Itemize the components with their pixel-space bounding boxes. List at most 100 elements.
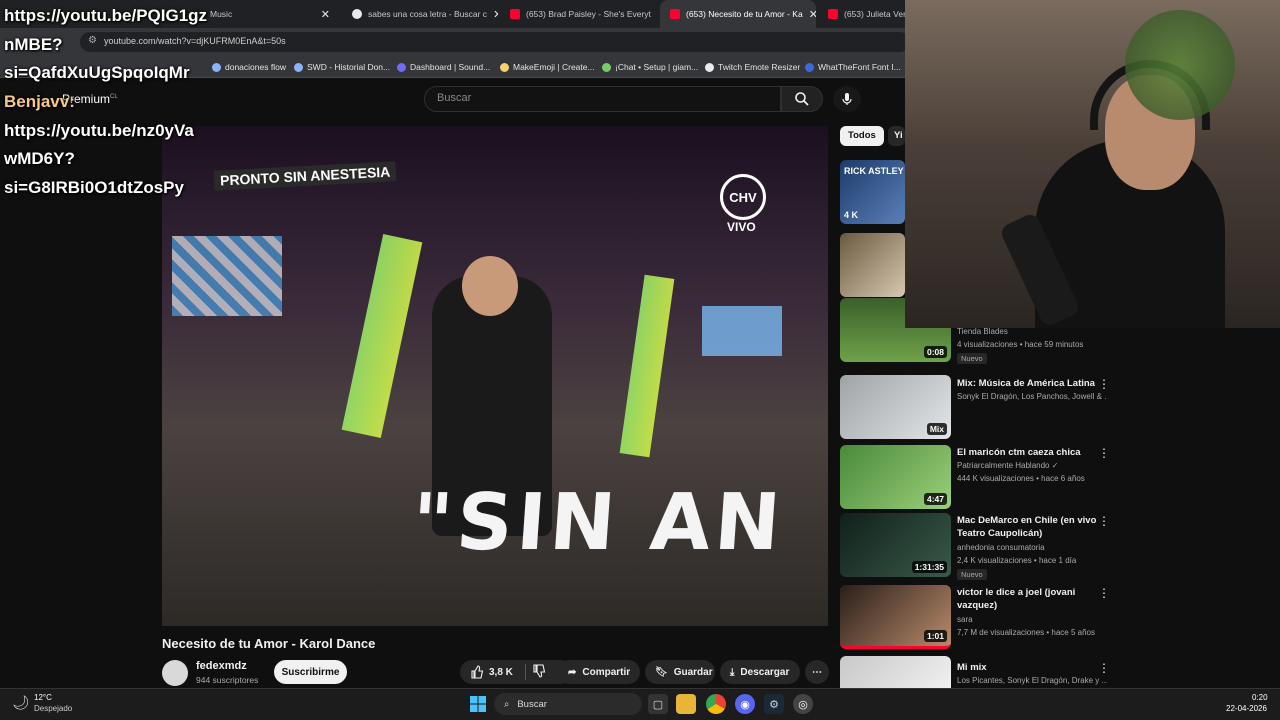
video-title[interactable]: victor le dice a joel (jovani vazquez) <box>957 586 1097 612</box>
youtube-icon <box>828 9 838 19</box>
bookmark-icon <box>602 62 611 72</box>
channel-watermark: CHV <box>720 174 766 220</box>
chip-todos[interactable]: Todos <box>840 126 884 146</box>
video-thumbnail[interactable]: RICK ASTLEY 4 K <box>840 160 905 224</box>
bookmark-item[interactable]: MakeEmoji | Create... <box>500 58 595 76</box>
stage-screen <box>172 236 282 316</box>
channel-name[interactable]: fedexmdz <box>196 660 247 672</box>
more-icon[interactable]: ⋮ <box>1098 661 1110 675</box>
video-thumbnail[interactable]: Mix <box>840 375 951 439</box>
start-button[interactable] <box>468 694 488 714</box>
bookmark-icon <box>705 62 714 72</box>
video-meta: 444 K visualizaciones • hace 6 años <box>957 474 1085 483</box>
tab-necesito-de-tu-amor[interactable]: (653) Necesito de tu Amor - Ka ✕ <box>660 0 816 28</box>
more-icon: ⋯ <box>812 666 822 678</box>
save-button[interactable]: 🔖︎ Guardar <box>645 660 715 684</box>
address-bar[interactable]: ⚙ youtube.com/watch?v=djKUFRM0EnA&t=50s <box>80 32 910 52</box>
video-thumbnail[interactable] <box>840 656 951 688</box>
video-thumbnail[interactable]: 1:31:35 <box>840 513 951 577</box>
microphone-icon <box>842 93 852 105</box>
close-icon[interactable]: ✕ <box>809 8 816 21</box>
bookmark-item[interactable]: Dashboard | Sound... <box>397 58 490 76</box>
new-badge: Nuevo <box>957 569 987 580</box>
dislike-button[interactable] <box>532 663 546 681</box>
video-meta: 7,7 M de visualizaciones • hace 5 años <box>957 628 1095 637</box>
taskbar-search[interactable]: ⌕ Buscar <box>494 693 642 715</box>
download-button[interactable]: ⤓ Descargar <box>720 660 800 684</box>
more-icon[interactable]: ⋮ <box>1098 377 1110 391</box>
video-title[interactable]: Mac DeMarco en Chile (en vivo Teatro Cau… <box>957 514 1097 540</box>
webcam-overlay <box>905 0 1280 328</box>
overlay-text: si=QafdXuUgSpqoIqMr <box>4 63 190 82</box>
share-button[interactable]: ➦ Compartir <box>558 660 640 684</box>
chip-yi[interactable]: Yi <box>888 126 905 146</box>
file-explorer-icon[interactable] <box>676 694 696 714</box>
chrome-icon[interactable] <box>706 694 726 714</box>
bookmark-item[interactable]: WhatTheFont Font I... <box>805 58 901 76</box>
more-icon[interactable]: ⋮ <box>1098 586 1110 600</box>
search-icon: ⌕ <box>504 698 510 710</box>
clock-time: 0:20 <box>1252 693 1268 702</box>
tab-brad-paisley[interactable]: (653) Brad Paisley - She's Everyt✕ <box>500 0 656 28</box>
bookmark-icon <box>397 62 406 72</box>
video-channel: Patriarcalmente Hablando ✓ <box>957 461 1059 470</box>
overlay-text: https://youtu.be/nz0yVa <box>4 121 194 140</box>
share-icon: ➦ <box>568 666 577 678</box>
subscribe-button[interactable]: Suscribirme <box>274 660 347 684</box>
video-player[interactable]: PRONTO SIN ANESTESIA CHV VIVO "SIN AN <box>162 126 828 626</box>
avatar[interactable] <box>162 660 188 686</box>
search-button[interactable] <box>781 86 823 112</box>
video-frame: PRONTO SIN ANESTESIA CHV VIVO "SIN AN <box>162 126 828 626</box>
stage-light <box>341 234 423 438</box>
live-watermark: VIVO <box>727 220 756 234</box>
close-icon[interactable]: ✕ <box>321 8 330 21</box>
voice-search-button[interactable] <box>833 86 861 112</box>
tab-julieta-venegas[interactable]: (653) Julieta Veneg <box>818 0 908 28</box>
bookmark-item[interactable]: SWD - Historial Don... <box>294 58 390 76</box>
youtube-icon <box>510 9 520 19</box>
task-view-icon[interactable]: ▢ <box>648 694 668 714</box>
youtube-icon <box>670 9 680 19</box>
more-icon[interactable]: ⋮ <box>1098 446 1110 460</box>
obs-icon[interactable]: ◎ <box>793 694 813 714</box>
download-icon: ⤓ <box>730 666 735 678</box>
like-button[interactable]: 3,8 K <box>470 665 513 679</box>
tab-music[interactable]: Music ✕ <box>200 0 340 28</box>
weather-icon[interactable]: 🌙︎ <box>12 694 30 711</box>
more-actions-button[interactable]: ⋯ <box>805 660 829 684</box>
stage-screen <box>702 306 782 356</box>
clock-date: 22-04-2026 <box>1226 704 1267 713</box>
video-title[interactable]: Mi mix <box>957 661 1097 674</box>
show-logo: PRONTO SIN ANESTESIA <box>213 161 397 191</box>
search-input[interactable]: Buscar <box>424 86 781 112</box>
bookmark-item[interactable]: Twitch Emote Resizer <box>705 58 800 76</box>
video-channel: Tienda Blades <box>957 327 1008 336</box>
bookmark-icon <box>805 62 814 72</box>
overlay-text: nMBE? <box>4 35 63 54</box>
discord-icon[interactable]: ◉ <box>735 694 755 714</box>
video-thumbnail[interactable]: 4:47 <box>840 445 951 509</box>
video-title: Necesito de tu Amor - Karol Dance <box>162 636 376 651</box>
close-icon[interactable]: ✕ <box>493 8 498 21</box>
steam-icon[interactable]: ⚙ <box>764 694 784 714</box>
video-thumbnail[interactable]: 1:01 <box>840 585 951 649</box>
video-channel: Sonyk El Dragón, Los Panchos, Jowell & .… <box>957 392 1107 401</box>
subscriber-count: 944 suscriptores <box>196 675 259 685</box>
tab-google-search[interactable]: sabes una cosa letra - Buscar c ✕ <box>342 0 498 28</box>
overlay-username: Benjavv: <box>4 92 75 111</box>
like-dislike-group: 3,8 K <box>460 660 572 684</box>
bookmark-item[interactable]: donaciones flow <box>212 58 286 76</box>
more-icon[interactable]: ⋮ <box>1098 514 1110 528</box>
bookmark-item[interactable]: ¡Chat • Setup | giam... <box>602 58 698 76</box>
site-info-icon[interactable]: ⚙ <box>88 35 97 46</box>
video-caption: "SIN AN <box>408 478 788 568</box>
video-channel: anhedonia consumatoria <box>957 543 1045 552</box>
windows-icon <box>470 696 486 712</box>
search-icon <box>795 92 809 106</box>
bookmark-icon <box>500 62 509 72</box>
video-channel: Los Picantes, Sonyk El Dragón, Drake y .… <box>957 676 1107 685</box>
video-title[interactable]: Mix: Música de América Latina <box>957 377 1097 390</box>
video-thumbnail[interactable] <box>840 233 905 297</box>
video-title[interactable]: El maricón ctm caeza chica <box>957 446 1097 459</box>
bookmark-icon <box>294 62 303 72</box>
